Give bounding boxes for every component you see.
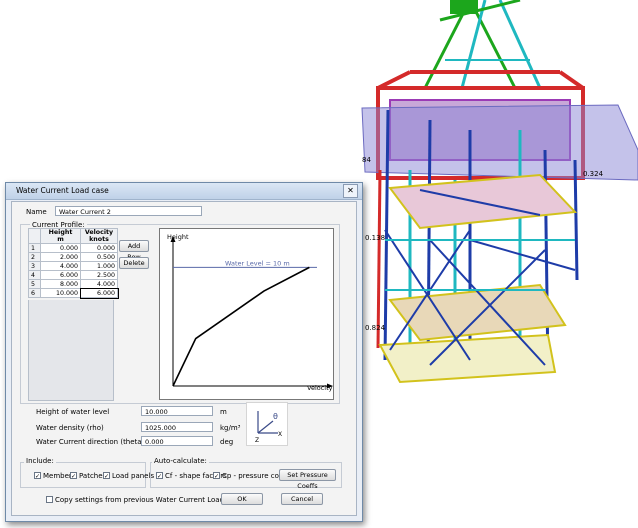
cancel-button[interactable]: Cancel — [281, 493, 323, 505]
water-density-label: Water density (rho) — [36, 424, 104, 432]
corner-cell — [28, 228, 41, 244]
add-row-button[interactable]: Add Row — [119, 240, 149, 261]
load-panels-checkbox[interactable]: ✓ — [103, 472, 110, 480]
table-row[interactable]: 6 10.000 6.000 — [28, 287, 119, 299]
autocalc-label: Auto-calculate: — [152, 457, 209, 465]
table-row[interactable]: 3 4.000 1.000 — [28, 261, 118, 271]
current-profile-table[interactable]: Height m Velocity knots 1 0.000 0.000 2 2.000… — [28, 228, 119, 299]
y-axis-label: Height — [167, 233, 189, 241]
copy-settings-checkbox[interactable] — [46, 496, 53, 503]
model-label-left-c: 84 — [362, 156, 371, 164]
water-level-label: Water Level = 10 m — [225, 259, 290, 267]
tower — [423, 0, 542, 89]
members-checkbox[interactable]: ✓ — [34, 472, 41, 480]
density-unit: kg/m³ — [220, 424, 241, 432]
current-direction-input[interactable]: 0.000 — [141, 436, 213, 446]
velocity-profile-plot: Water Level = 10 m Height Velocity — [159, 228, 334, 400]
table-row[interactable]: 2 2.000 0.500 — [28, 252, 118, 262]
height-unit: m — [220, 408, 227, 416]
water-density-input[interactable]: 1025.000 — [141, 422, 213, 432]
height-of-water-input[interactable]: 10.000 — [141, 406, 213, 416]
patches-checkbox[interactable]: ✓ — [70, 472, 77, 480]
theta-glyph: θ — [273, 412, 278, 421]
set-pressure-coeffs-button[interactable]: Set Pressure Coeffs — [279, 469, 336, 490]
direction-axis-icon: θ X Z — [246, 402, 288, 446]
table-empty-area — [28, 300, 114, 401]
velocity-profile-line — [172, 266, 310, 387]
include-label: Include: — [24, 457, 56, 465]
dialog-title: Water Current Load case — [16, 186, 109, 195]
load-panels-label: Load panels — [112, 472, 155, 480]
table-row[interactable]: 1 0.000 0.000 — [28, 243, 118, 253]
table-row[interactable]: 4 6.000 2.500 — [28, 270, 118, 280]
table-row[interactable]: 5 8.000 4.000 — [28, 279, 118, 289]
name-input[interactable]: Water Current 2 — [55, 206, 202, 216]
direction-unit: deg — [220, 438, 234, 446]
ok-button[interactable]: OK — [221, 493, 263, 505]
close-button[interactable]: ✕ — [343, 184, 358, 198]
height-of-water-label: Height of water level — [36, 408, 110, 416]
header-velocity: Velocity knots — [80, 228, 118, 244]
model-label-left-a: 0.138 — [365, 234, 385, 242]
cp-checkbox[interactable]: ✓ — [213, 472, 220, 480]
name-label: Name — [26, 208, 47, 216]
delete-row-button[interactable]: Delete — [119, 257, 149, 269]
model-label-left-b: 0.824 — [365, 324, 386, 332]
current-direction-label: Water Current direction (theta) — [36, 438, 145, 446]
model-label-top-right: 0.324 — [583, 170, 604, 178]
z-glyph: Z — [255, 437, 259, 444]
sea-surface-plane — [361, 104, 638, 181]
x-glyph: X — [278, 431, 282, 438]
cf-checkbox[interactable]: ✓ — [156, 472, 163, 480]
dialog-titlebar[interactable]: Water Current Load case ✕ — [6, 183, 362, 200]
header-height: Height m — [40, 228, 81, 244]
copy-settings-label: Copy settings from previous Water Curren… — [55, 496, 244, 504]
x-axis-label: Velocity — [307, 384, 333, 392]
plot-svg: Water Level = 10 m Height Velocity — [167, 233, 333, 392]
